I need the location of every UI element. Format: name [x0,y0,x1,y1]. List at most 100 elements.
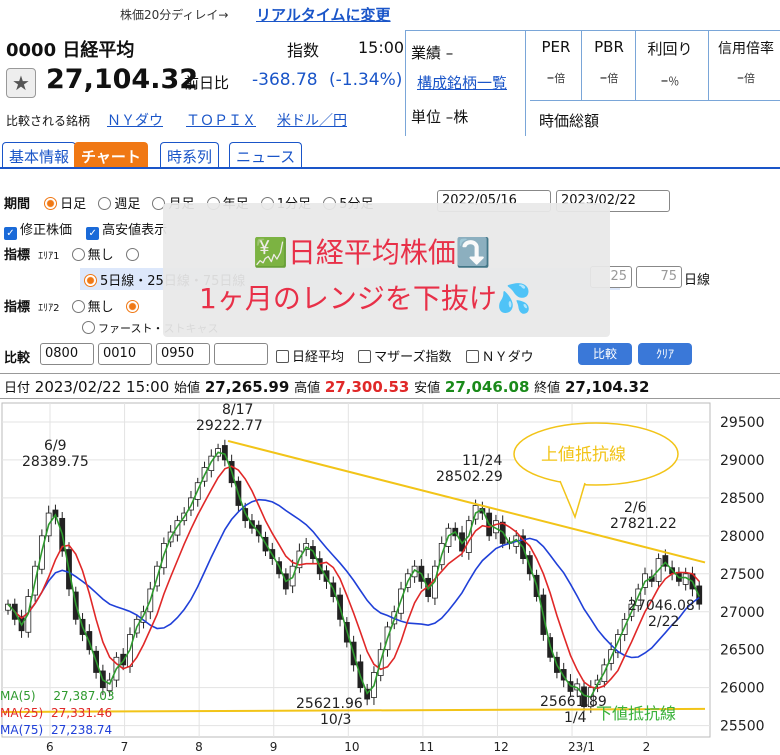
change-label: 前日比 [184,74,230,92]
x-tick-label: 23/1 [568,740,595,754]
x-tick-label: 12 [493,740,508,754]
ohlc-bar: 日付 2023/02/22 15:00 始値 27,265.99 高値 27,3… [0,373,780,399]
compare-check-nydow[interactable]: ＮＹダウ [465,350,534,365]
market-cap-label: 時価総額 [539,112,600,130]
arrow-down-icon: ⤵️ [455,236,491,269]
metric-dividers [708,30,709,100]
tab-news[interactable]: ニュース [229,142,303,168]
ohlc-close-label: 終値 [534,381,561,396]
price-change-percent: (-1.34%) [329,70,403,90]
area2-selected[interactable] [125,300,142,315]
realtime-link[interactable]: リアルタイムに変更 [256,4,391,25]
peak-value-label: 28502.29 [436,469,503,485]
ma-suffix: 日線 [684,273,711,288]
compare-code-3[interactable]: 0950 [156,343,210,365]
metric-pbr: PBR –倍 [584,38,634,86]
trough-date-label: 10/3 [320,712,351,728]
period-daily[interactable]: 日足 [44,197,86,212]
indicator-label-1: 指標 [4,248,31,263]
area2-none[interactable]: 無し [71,300,114,315]
gyoseki: 業績 – [411,44,454,62]
last-value-label: 27046.08 [628,598,695,614]
compare-code-1[interactable]: 0800 [40,343,94,365]
y-tick-label: 26000 [720,681,765,697]
peak-value-label: 27821.22 [610,516,677,532]
price-chart[interactable]: 25500 26000 26500 27000 27500 28000 28500 29000… [0,399,780,755]
compare-code-4[interactable] [214,343,268,365]
ohlc-close: 27,104.32 [564,378,650,396]
compare-link-usdjpy[interactable]: 米ドル／円 [277,110,347,130]
category: 指数 [287,41,320,60]
ma-legend-5: MA(5) 27,387.03 [0,689,115,703]
y-tick-label: 29500 [720,415,765,431]
x-tick-label: 2 [643,740,651,754]
y-tick-label: 29000 [720,453,765,469]
y-tick-label: 27500 [720,567,765,583]
ma-option-radio[interactable] [84,274,97,287]
ohlc-date: 2023/02/22 15:00 [34,378,170,396]
ohlc-high: 27,300.53 [324,378,410,396]
tab-chart[interactable]: チャート [74,142,148,168]
x-tick-label: 10 [344,740,359,754]
ma-legend-75: MA(75) 27,238.74 [0,723,113,737]
adj-price-checkbox[interactable]: ✓ 修正株価 [4,223,72,240]
indicator-row-1: 指標 ｴﾘｱ1 無し [4,244,142,263]
metric-yield: 利回り –％ [638,38,702,89]
ohlc-open-label: 始値 [174,381,201,396]
compare-check-mothers[interactable]: マザーズ指数 [358,350,452,365]
compare-button[interactable]: 比較 [578,343,632,365]
tabs-underline [0,167,780,169]
y-tick-label: 25500 [720,719,765,735]
metric-credit-value: –倍 [737,70,755,86]
ohlc-high-label: 高値 [294,381,321,396]
area2-label: ｴﾘｱ2 [38,303,60,314]
ohlc-low: 27,046.08 [444,378,530,396]
y-tick-label: 28500 [720,491,765,507]
area1-label: ｴﾘｱ1 [38,251,60,262]
sweat-drops-icon: 💦 [496,282,532,315]
trough-date-label: 1/4 [564,710,587,726]
compare-label: 比較される銘柄 [6,114,91,128]
clear-button[interactable]: ｸﾘｱ [638,343,692,365]
high-low-checkbox[interactable]: ✓ 高安値表示 [86,223,167,240]
favorite-star-icon[interactable]: ★ [6,68,36,98]
price-change: -368.78 [252,70,318,90]
components-link[interactable]: 構成銘柄一覧 [417,72,507,93]
price-time: 15:00 [358,38,405,57]
metric-dividers [635,30,636,100]
delay-notice: 株価20分ディレイ→ [120,8,229,22]
peak-value-label: 29222.77 [196,418,263,434]
compare-code-2[interactable]: 0010 [98,343,152,365]
compare-checks: 日経平均 マザーズ指数 ＮＹダウ [276,346,534,365]
unit: 単位 –株 [411,108,469,126]
options-row: ✓ 修正株価 ✓ 高安値表示 [4,219,167,240]
tab-basic-info[interactable]: 基本情報 [2,142,77,168]
compare-link-nydow[interactable]: ＮＹダウ [107,110,163,130]
period-weekly[interactable]: 週足 [98,197,140,212]
metric-pbr-value: –倍 [599,68,619,86]
ma-input-75[interactable]: 75 [636,266,682,288]
area1-other[interactable] [125,248,142,263]
tab-time-series[interactable]: 時系列 [160,142,220,168]
lower-resistance-annotation: 下値抵抗線 [596,704,676,723]
current-price: 27,104.32 [46,64,199,95]
ma-legend-25: MA(25) 27,331.46 [0,706,113,720]
metric-per: PER –倍 [532,38,580,86]
stock-name: 0000 日経平均 [6,40,135,61]
trough-value-label: 25621.96 [296,696,363,712]
metric-per-value: –倍 [546,68,566,86]
metric-yield-value: –％ [660,71,680,89]
chart-increasing-icon: 💹 [253,236,288,269]
metric-yield-label: 利回り [647,40,693,58]
x-tick-label: 6 [46,740,54,754]
metric-dividers [581,30,582,100]
peak-date-label: 11/24 [462,453,502,469]
area1-none[interactable]: 無し [71,248,114,263]
compare-check-nikkei[interactable]: 日経平均 [276,350,344,365]
x-tick-label: 7 [121,740,129,754]
peak-date-label: 8/17 [222,402,253,418]
compare-link-topix[interactable]: ＴＯＰＩＸ [186,110,256,130]
period-label: 期間 [4,197,31,212]
y-tick-label: 26500 [720,643,765,659]
x-tick-label: 11 [419,740,434,754]
